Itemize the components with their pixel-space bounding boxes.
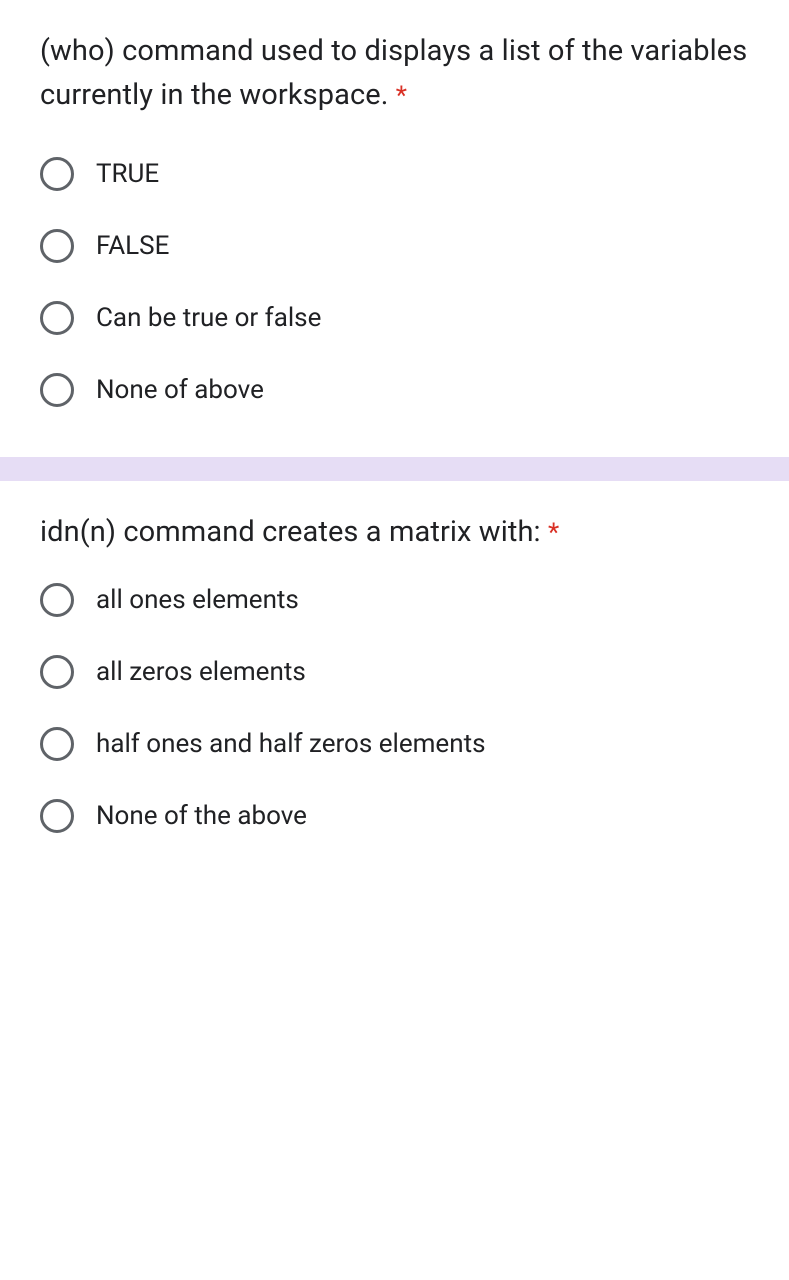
option-label: TRUE xyxy=(96,159,159,189)
radio-icon xyxy=(40,301,74,335)
option-label: Can be true or false xyxy=(96,303,321,333)
radio-icon xyxy=(40,157,74,191)
radio-option-none-above[interactable]: None of the above xyxy=(40,799,749,833)
radio-icon xyxy=(40,229,74,263)
radio-icon xyxy=(40,583,74,617)
radio-option-true[interactable]: TRUE xyxy=(40,157,749,191)
radio-icon xyxy=(40,799,74,833)
required-indicator: * xyxy=(396,81,407,111)
option-label: half ones and half zeros elements xyxy=(96,729,486,759)
radio-option-can-be[interactable]: Can be true or false xyxy=(40,301,749,335)
question-text: idn(n) command creates a matrix with: * xyxy=(40,511,749,555)
section-divider xyxy=(0,457,789,481)
question-text: (who) command used to displays a list of… xyxy=(40,30,749,117)
radio-icon xyxy=(40,655,74,689)
required-indicator: * xyxy=(548,518,559,548)
radio-icon xyxy=(40,727,74,761)
radio-option-none[interactable]: None of above xyxy=(40,373,749,407)
question-prompt: idn(n) command creates a matrix with: xyxy=(40,515,541,549)
radio-option-all-ones[interactable]: all ones elements xyxy=(40,583,749,617)
option-label: all ones elements xyxy=(96,585,299,615)
option-label: all zeros elements xyxy=(96,657,306,687)
question-card-2: idn(n) command creates a matrix with: * … xyxy=(0,481,789,883)
radio-option-false[interactable]: FALSE xyxy=(40,229,749,263)
radio-option-all-zeros[interactable]: all zeros elements xyxy=(40,655,749,689)
question-card-1: (who) command used to displays a list of… xyxy=(0,0,789,457)
radio-option-half[interactable]: half ones and half zeros elements xyxy=(40,727,749,761)
option-label: FALSE xyxy=(96,231,169,261)
option-label: None of the above xyxy=(96,801,307,831)
options-group: all ones elements all zeros elements hal… xyxy=(40,583,749,833)
options-group: TRUE FALSE Can be true or false None of … xyxy=(40,157,749,407)
option-label: None of above xyxy=(96,375,264,405)
question-prompt: (who) command used to displays a list of… xyxy=(40,34,747,112)
radio-icon xyxy=(40,373,74,407)
